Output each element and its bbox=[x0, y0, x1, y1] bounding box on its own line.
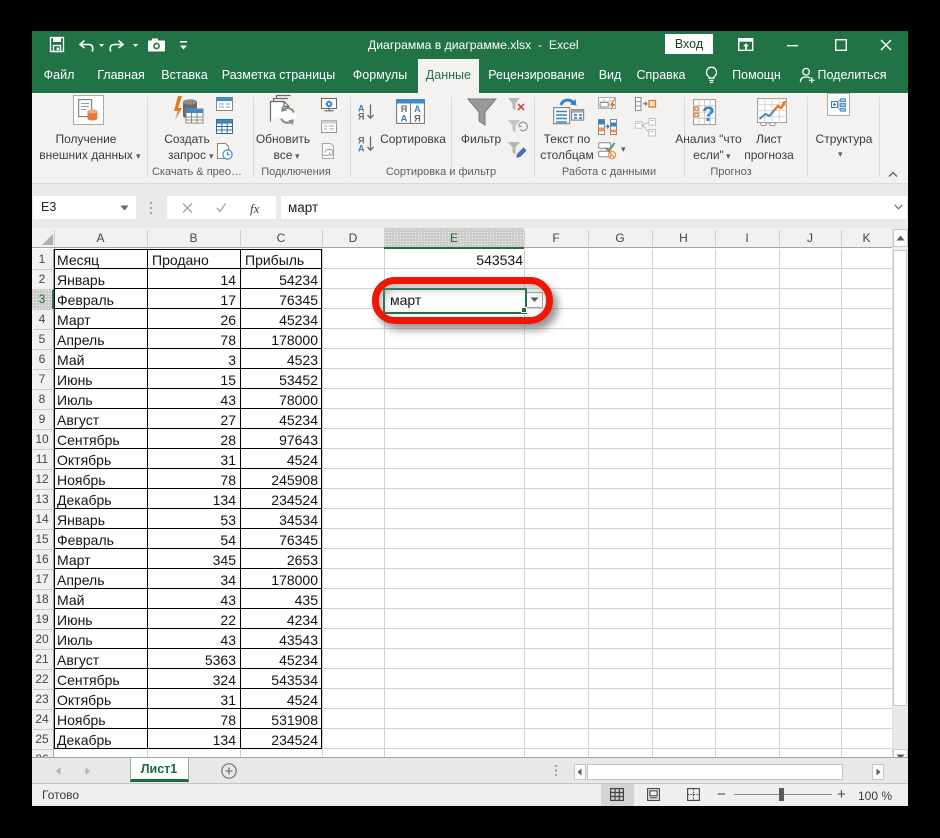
svg-text:fx: fx bbox=[250, 201, 260, 216]
svg-text:Я: Я bbox=[358, 112, 364, 122]
svg-text:А: А bbox=[401, 114, 408, 125]
svg-text:Я: Я bbox=[414, 114, 421, 125]
svg-text:А: А bbox=[358, 144, 365, 154]
svg-text:?: ? bbox=[702, 103, 715, 126]
